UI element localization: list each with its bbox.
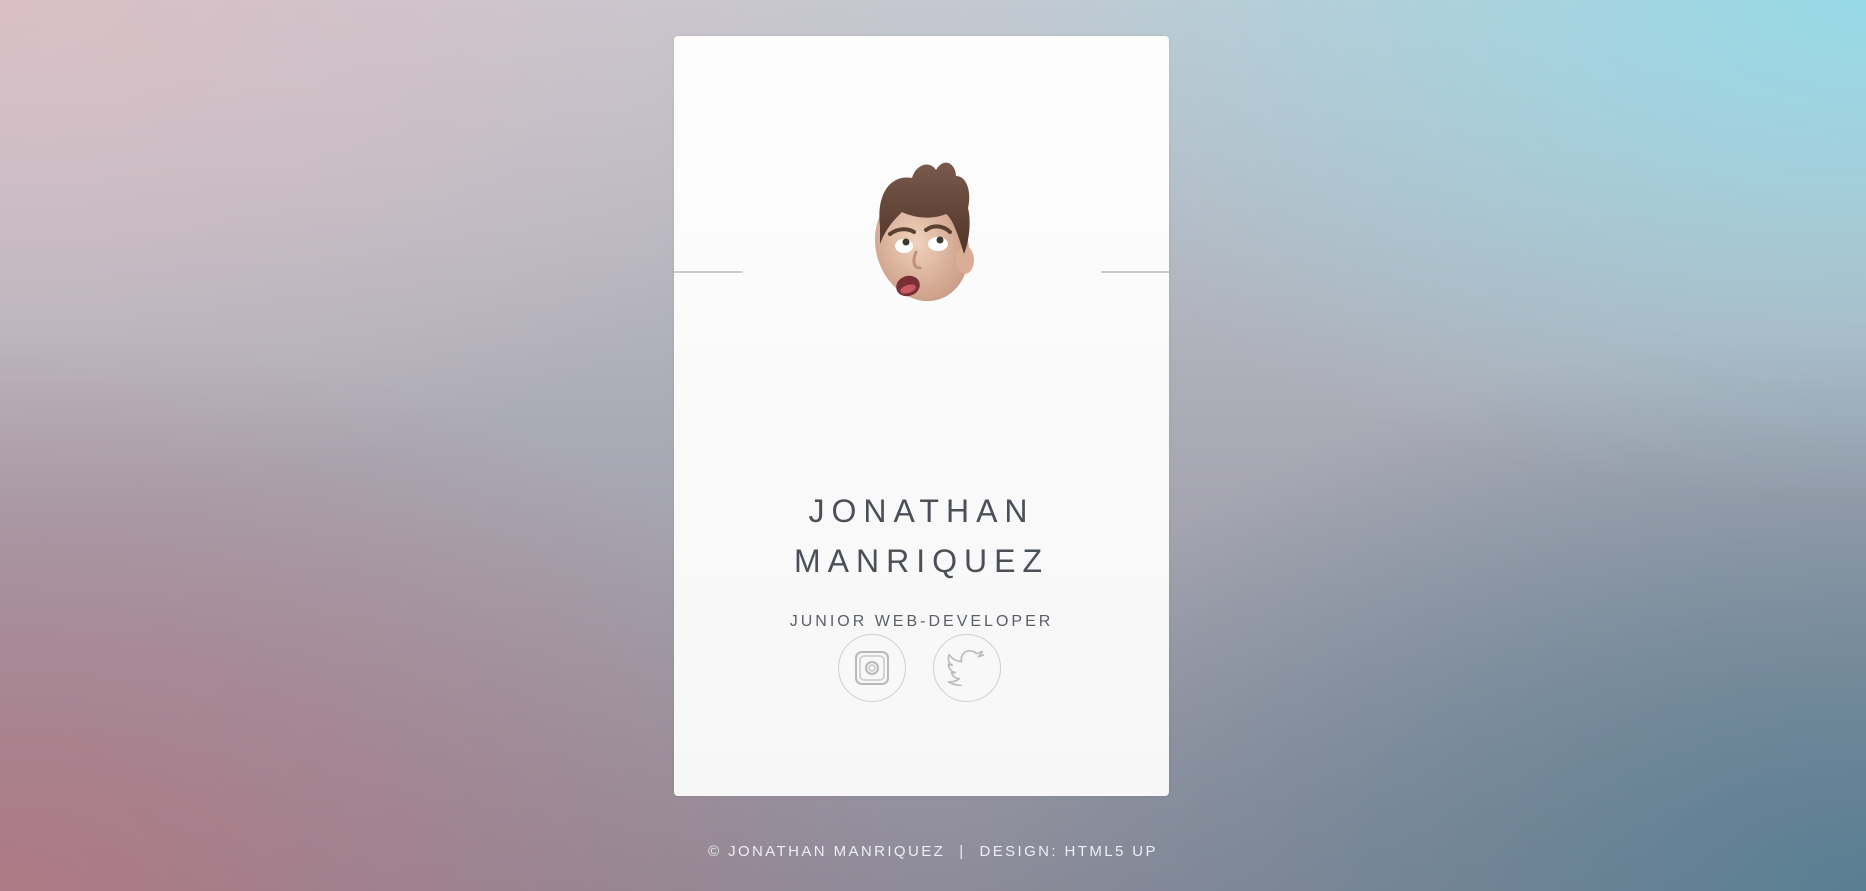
instagram-icon — [855, 651, 889, 685]
profile-name-line2: MANRIQUEZ — [794, 543, 1049, 579]
profile-name: JONATHAN MANRIQUEZ — [674, 486, 1169, 586]
footer-design-credit[interactable]: DESIGN: HTML5 UP — [979, 843, 1157, 860]
memoji-avatar-icon — [874, 162, 974, 302]
profile-role: JUNIOR WEB-DEVELOPER — [789, 613, 1054, 630]
profile-name-line1: JONATHAN — [808, 493, 1035, 529]
footer-separator: | — [959, 843, 966, 860]
social-links — [838, 634, 1005, 704]
page-footer: © JONATHAN MANRIQUEZ | DESIGN: HTML5 UP — [0, 843, 1866, 860]
divider-right — [1101, 271, 1169, 273]
twitter-link[interactable] — [933, 634, 1001, 702]
footer-copyright: © JONATHAN MANRIQUEZ — [708, 843, 946, 860]
twitter-icon — [947, 650, 985, 686]
avatar — [860, 148, 992, 360]
instagram-link[interactable] — [838, 634, 906, 702]
divider-left — [674, 271, 742, 273]
profile-card: JONATHAN MANRIQUEZ JUNIOR WEB-DEVELOPER — [674, 36, 1169, 796]
